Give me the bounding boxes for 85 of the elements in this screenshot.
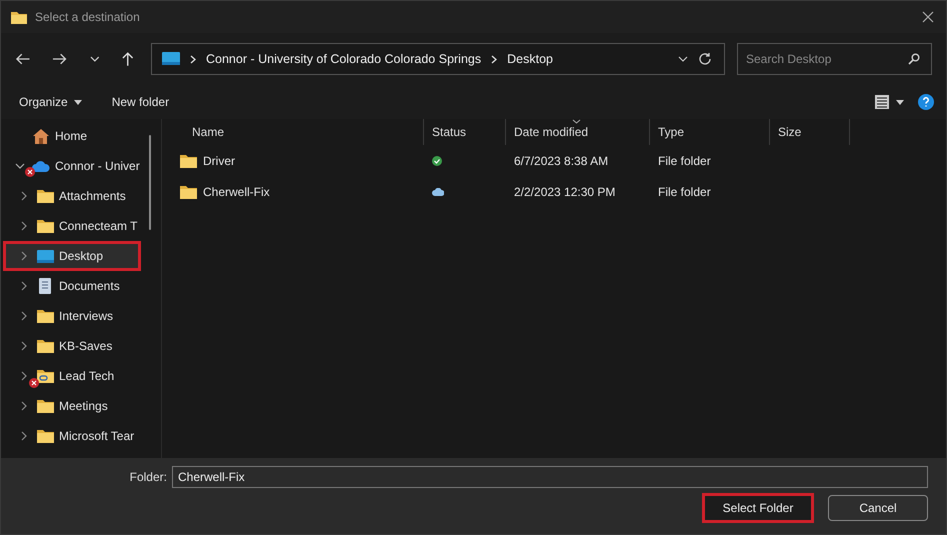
file-type: File folder — [658, 184, 711, 198]
chevron-down-icon[interactable] — [90, 56, 100, 62]
nav-label: KB-Saves — [59, 339, 112, 353]
nav-label: Lead Tech — [59, 369, 114, 383]
close-icon[interactable] — [922, 11, 934, 23]
nav-label: Microsoft Tear — [59, 429, 134, 443]
scrollbar-thumb[interactable] — [149, 135, 151, 230]
nav-label: Connor - Univer — [55, 159, 140, 173]
nav-item[interactable]: Attachments — [1, 181, 141, 211]
folder-icon — [36, 399, 54, 413]
column-header[interactable]: Size — [770, 119, 850, 145]
chevron-right-icon — [491, 54, 498, 64]
nav-item[interactable]: Interviews — [1, 301, 141, 331]
nav-item[interactable]: Meetings — [1, 391, 141, 421]
address-bar[interactable]: Connor - University of Colorado Colorado Springs Desktop — [150, 43, 725, 75]
search-field[interactable]: Search Desktop — [736, 43, 932, 75]
cancel-button[interactable]: Cancel — [828, 495, 928, 521]
nav-item[interactable]: Connor - Univer — [1, 151, 141, 181]
chevron-right-icon[interactable] — [19, 311, 29, 321]
file-type: File folder — [658, 154, 711, 168]
nav-label: Meetings — [59, 399, 108, 413]
folder-icon — [11, 10, 27, 24]
file-row[interactable]: Cherwell-Fix 2/2/2023 12:30 PM File folder — [174, 176, 946, 207]
chevron-right-icon — [190, 54, 196, 64]
folder-icon — [36, 189, 54, 203]
nav-label: Interviews — [59, 309, 114, 323]
folder-icon — [36, 369, 54, 383]
search-icon — [908, 53, 920, 65]
folder-icon — [36, 219, 54, 233]
column-header[interactable]: Type — [650, 119, 770, 145]
column-header[interactable]: Date modified — [506, 119, 650, 145]
folder-icon — [180, 154, 197, 168]
chevron-right-icon[interactable] — [19, 281, 29, 291]
nav-label: Documents — [59, 279, 120, 293]
nav-label: Attachments — [59, 189, 126, 203]
file-name: Driver — [203, 154, 235, 168]
chevron-down-icon[interactable] — [678, 56, 688, 62]
caret-icon — [74, 100, 82, 104]
window-title: Select a destination — [35, 10, 140, 24]
nav-item[interactable]: KB-Saves — [1, 331, 141, 361]
new-folder-button[interactable]: New folder — [104, 91, 178, 113]
file-name: Cherwell-Fix — [203, 184, 270, 198]
column-header[interactable]: Name — [174, 119, 424, 145]
nav-item[interactable]: Desktop — [3, 241, 141, 271]
home-icon — [33, 128, 49, 144]
folder-icon — [180, 184, 197, 198]
chevron-right-icon[interactable] — [19, 431, 29, 441]
chevron-right-icon[interactable] — [19, 341, 29, 351]
view-options-icon[interactable] — [874, 95, 904, 109]
nav-item[interactable]: Lead Tech — [1, 361, 141, 391]
nav-item[interactable]: Documents — [1, 271, 141, 301]
nav-item[interactable]: Connecteam T — [1, 211, 141, 241]
desktop-icon — [162, 52, 180, 66]
chevron-right-icon[interactable] — [19, 401, 29, 411]
help-icon[interactable] — [918, 94, 934, 110]
chevron-right-icon[interactable] — [19, 251, 29, 261]
cloud-icon — [32, 160, 50, 172]
organize-menu-button[interactable]: Organize — [11, 91, 90, 113]
nav-item[interactable]: Microsoft Tear — [1, 421, 141, 451]
date-modified: 2/2/2023 12:30 PM — [514, 184, 616, 198]
desktop-icon — [36, 250, 54, 262]
nav-label: Connecteam T — [59, 219, 138, 233]
document-icon — [39, 278, 51, 294]
select-folder-button[interactable]: Select Folder — [702, 493, 814, 523]
file-row[interactable]: Driver 6/7/2023 8:38 AM File folder — [174, 145, 946, 176]
breadcrumb[interactable]: Desktop — [507, 52, 553, 66]
up-arrow-icon[interactable] — [121, 51, 135, 67]
chevron-right-icon[interactable] — [19, 191, 29, 201]
folder-icon — [36, 339, 54, 353]
nav-label: Desktop — [59, 249, 104, 263]
chevron-right-icon[interactable] — [19, 221, 29, 231]
chevron-down-icon[interactable] — [15, 161, 25, 171]
folder-icon — [36, 429, 54, 443]
column-header[interactable]: Status — [424, 119, 506, 145]
back-arrow-icon[interactable] — [15, 52, 30, 66]
chevron-right-icon[interactable] — [19, 371, 29, 381]
date-modified: 6/7/2023 8:38 AM — [514, 154, 608, 168]
folder-label: Folder: — [130, 470, 167, 484]
nav-label: Home — [55, 129, 88, 143]
refresh-icon[interactable] — [698, 52, 712, 66]
forward-arrow-icon[interactable] — [52, 52, 68, 66]
folder-name-field[interactable]: Cherwell-Fix — [172, 466, 928, 488]
nav-item[interactable]: Home — [1, 121, 141, 151]
folder-icon — [36, 309, 54, 323]
breadcrumb[interactable]: Connor - University of Colorado Colorado Springs — [206, 52, 482, 66]
